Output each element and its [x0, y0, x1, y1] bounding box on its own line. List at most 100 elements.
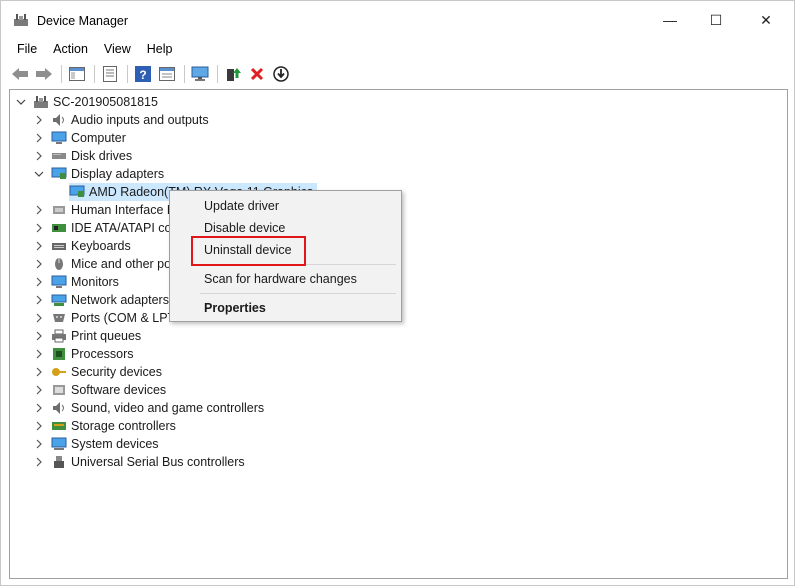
help-icon: ?	[135, 66, 151, 82]
chevron-right-icon[interactable]	[33, 114, 45, 126]
chevron-right-icon[interactable]	[33, 222, 45, 234]
tree-item-ide-ata[interactable]: IDE ATA/ATAPI cor	[33, 219, 176, 237]
toolbar-separator	[61, 65, 62, 83]
show-hide-console-tree-button[interactable]	[66, 63, 88, 85]
category-label: Ports (COM & LPT	[71, 311, 176, 325]
tree-item-system-devices[interactable]: System devices	[33, 435, 159, 453]
chevron-right-icon[interactable]	[33, 204, 45, 216]
context-menu-properties[interactable]: Properties	[204, 301, 266, 315]
title-bar: Device Manager — ☐ ✕	[1, 1, 794, 39]
toolbar-separator	[94, 65, 95, 83]
update-driver-button[interactable]	[222, 63, 244, 85]
toolbar: ?	[9, 62, 294, 86]
chevron-right-icon[interactable]	[33, 384, 45, 396]
tree-item-keyboards[interactable]: Keyboards	[33, 237, 131, 255]
chevron-right-icon[interactable]	[33, 240, 45, 252]
show-hide-tree-icon	[69, 67, 85, 81]
tree-item-print-queues[interactable]: Print queues	[33, 327, 141, 345]
window-title: Device Manager	[37, 14, 129, 28]
chevron-right-icon[interactable]	[33, 132, 45, 144]
menu-bar: File Action View Help	[9, 39, 181, 59]
menu-action[interactable]: Action	[45, 39, 96, 59]
category-label: Processors	[71, 347, 134, 361]
monitor-icon	[51, 275, 67, 289]
tree-item-processors[interactable]: Processors	[33, 345, 134, 363]
tree-item-display-adapters[interactable]: Display adapters	[33, 165, 164, 183]
toolbar-separator	[217, 65, 218, 83]
download-icon	[273, 66, 289, 82]
root-computer-name: SC-201905081815	[53, 95, 158, 109]
back-button[interactable]	[9, 63, 31, 85]
tree-item-human-interface[interactable]: Human Interface D	[33, 201, 176, 219]
keyboard-icon	[51, 239, 67, 253]
menu-file[interactable]: File	[9, 39, 45, 59]
tree-item-security-devices[interactable]: Security devices	[33, 363, 162, 381]
help-button[interactable]: ?	[132, 63, 154, 85]
tree-root[interactable]: SC-201905081815	[15, 93, 158, 111]
chevron-right-icon[interactable]	[33, 366, 45, 378]
context-menu-update-driver[interactable]: Update driver	[204, 199, 279, 213]
maximize-button[interactable]: ☐	[693, 1, 739, 39]
category-label: Network adapters	[71, 293, 169, 307]
toolbar-separator	[184, 65, 185, 83]
device-manager-app-icon	[13, 13, 29, 27]
printer-icon	[51, 329, 67, 343]
properties-icon	[103, 66, 117, 82]
tree-item-mice[interactable]: Mice and other po	[33, 255, 171, 273]
toolbar-separator	[127, 65, 128, 83]
properties-button[interactable]	[99, 63, 121, 85]
tree-item-network-adapters[interactable]: Network adapters	[33, 291, 169, 309]
chevron-right-icon[interactable]	[33, 294, 45, 306]
category-label: Computer	[71, 131, 126, 145]
tree-item-disk-drives[interactable]: Disk drives	[33, 147, 132, 165]
mouse-icon	[51, 257, 67, 271]
chevron-right-icon[interactable]	[33, 438, 45, 450]
tree-item-monitors[interactable]: Monitors	[33, 273, 119, 291]
chevron-right-icon[interactable]	[33, 312, 45, 324]
tree-item-computer[interactable]: Computer	[33, 129, 126, 147]
menu-view[interactable]: View	[96, 39, 139, 59]
svg-text:?: ?	[139, 68, 146, 82]
menu-help[interactable]: Help	[139, 39, 181, 59]
close-button[interactable]: ✕	[743, 1, 789, 39]
tree-item-usb-controllers[interactable]: Universal Serial Bus controllers	[33, 453, 245, 471]
tree-item-audio[interactable]: Audio inputs and outputs	[33, 111, 209, 129]
scan-hardware-button[interactable]	[189, 63, 211, 85]
category-label: Keyboards	[71, 239, 131, 253]
chevron-right-icon[interactable]	[33, 330, 45, 342]
chevron-right-icon[interactable]	[33, 402, 45, 414]
uninstall-device-button[interactable]	[246, 63, 268, 85]
chevron-down-icon[interactable]	[33, 168, 45, 180]
annotation-highlight-box	[191, 236, 306, 266]
processor-icon	[51, 347, 67, 361]
enable-device-button[interactable]	[270, 63, 292, 85]
chevron-right-icon[interactable]	[33, 348, 45, 360]
category-label: System devices	[71, 437, 159, 451]
view-icon	[159, 67, 175, 81]
chevron-right-icon[interactable]	[33, 456, 45, 468]
view-button[interactable]	[156, 63, 178, 85]
monitor-scan-icon	[191, 66, 209, 81]
chevron-right-icon[interactable]	[33, 420, 45, 432]
chevron-right-icon[interactable]	[33, 258, 45, 270]
device-tree[interactable]: SC-201905081815 Audio inputs and outputs…	[9, 89, 788, 579]
tree-item-storage-controllers[interactable]: Storage controllers	[33, 417, 176, 435]
update-driver-icon	[227, 68, 241, 81]
tree-item-ports[interactable]: Ports (COM & LPT	[33, 309, 175, 327]
category-label: Disk drives	[71, 149, 133, 163]
software-device-icon	[51, 383, 67, 397]
forward-icon	[36, 68, 52, 80]
context-menu-scan-hardware[interactable]: Scan for hardware changes	[204, 272, 357, 286]
speaker-icon	[51, 401, 67, 415]
tree-item-software-devices[interactable]: Software devices	[33, 381, 166, 399]
chevron-right-icon[interactable]	[33, 276, 45, 288]
category-label: Display adapters	[71, 167, 165, 181]
forward-button[interactable]	[33, 63, 55, 85]
ide-controller-icon	[51, 221, 67, 235]
chevron-right-icon[interactable]	[33, 150, 45, 162]
category-label: Monitors	[71, 275, 119, 289]
context-menu-disable-device[interactable]: Disable device	[204, 221, 285, 235]
tree-item-sound-video[interactable]: Sound, video and game controllers	[33, 399, 264, 417]
chevron-down-icon[interactable]	[15, 96, 27, 108]
minimize-button[interactable]: —	[647, 1, 693, 39]
